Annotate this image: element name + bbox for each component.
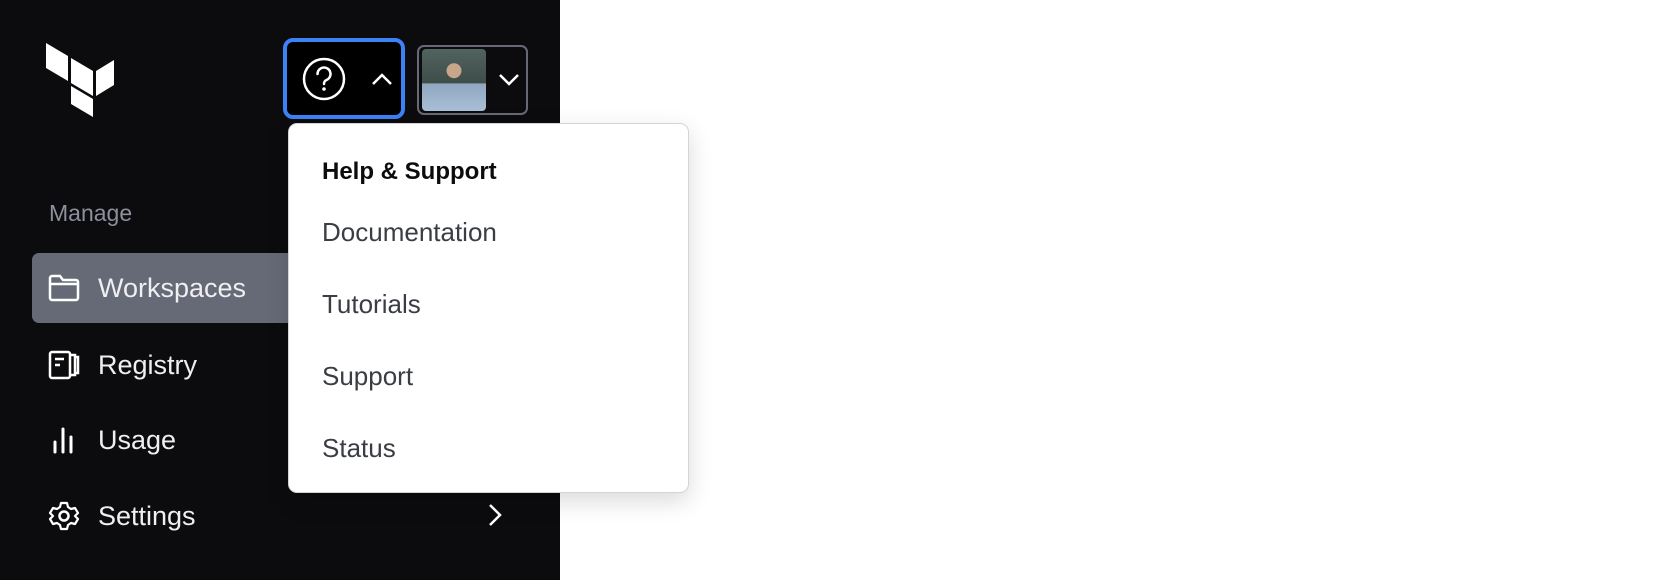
menu-item-tutorials[interactable]: Tutorials <box>322 289 421 320</box>
menu-title: Help & Support <box>322 158 497 185</box>
chevron-down-icon <box>499 74 519 86</box>
sidebar-item-label: Settings <box>98 500 196 531</box>
sidebar-item-label: Workspaces <box>98 272 247 303</box>
sidebar-item-label: Registry <box>98 349 198 380</box>
folder-icon <box>48 274 80 302</box>
registry-icon <box>48 350 80 380</box>
menu-item-documentation[interactable]: Documentation <box>322 217 497 248</box>
terraform-logo[interactable] <box>46 43 114 117</box>
help-circle-icon <box>302 57 346 100</box>
avatar <box>422 49 486 111</box>
user-menu-button[interactable] <box>417 45 528 115</box>
chevron-up-icon <box>372 72 392 85</box>
chevron-right-icon <box>489 504 502 526</box>
section-label: Manage <box>49 200 133 226</box>
menu-item-status[interactable]: Status <box>322 433 396 464</box>
help-dropdown-menu: Help & Support Documentation Tutorials S… <box>288 123 689 493</box>
gear-icon <box>48 501 80 531</box>
bar-chart-icon <box>53 427 73 454</box>
help-menu-button[interactable] <box>283 38 405 119</box>
menu-item-support[interactable]: Support <box>322 361 413 392</box>
sidebar-item-label: Usage <box>98 424 177 455</box>
